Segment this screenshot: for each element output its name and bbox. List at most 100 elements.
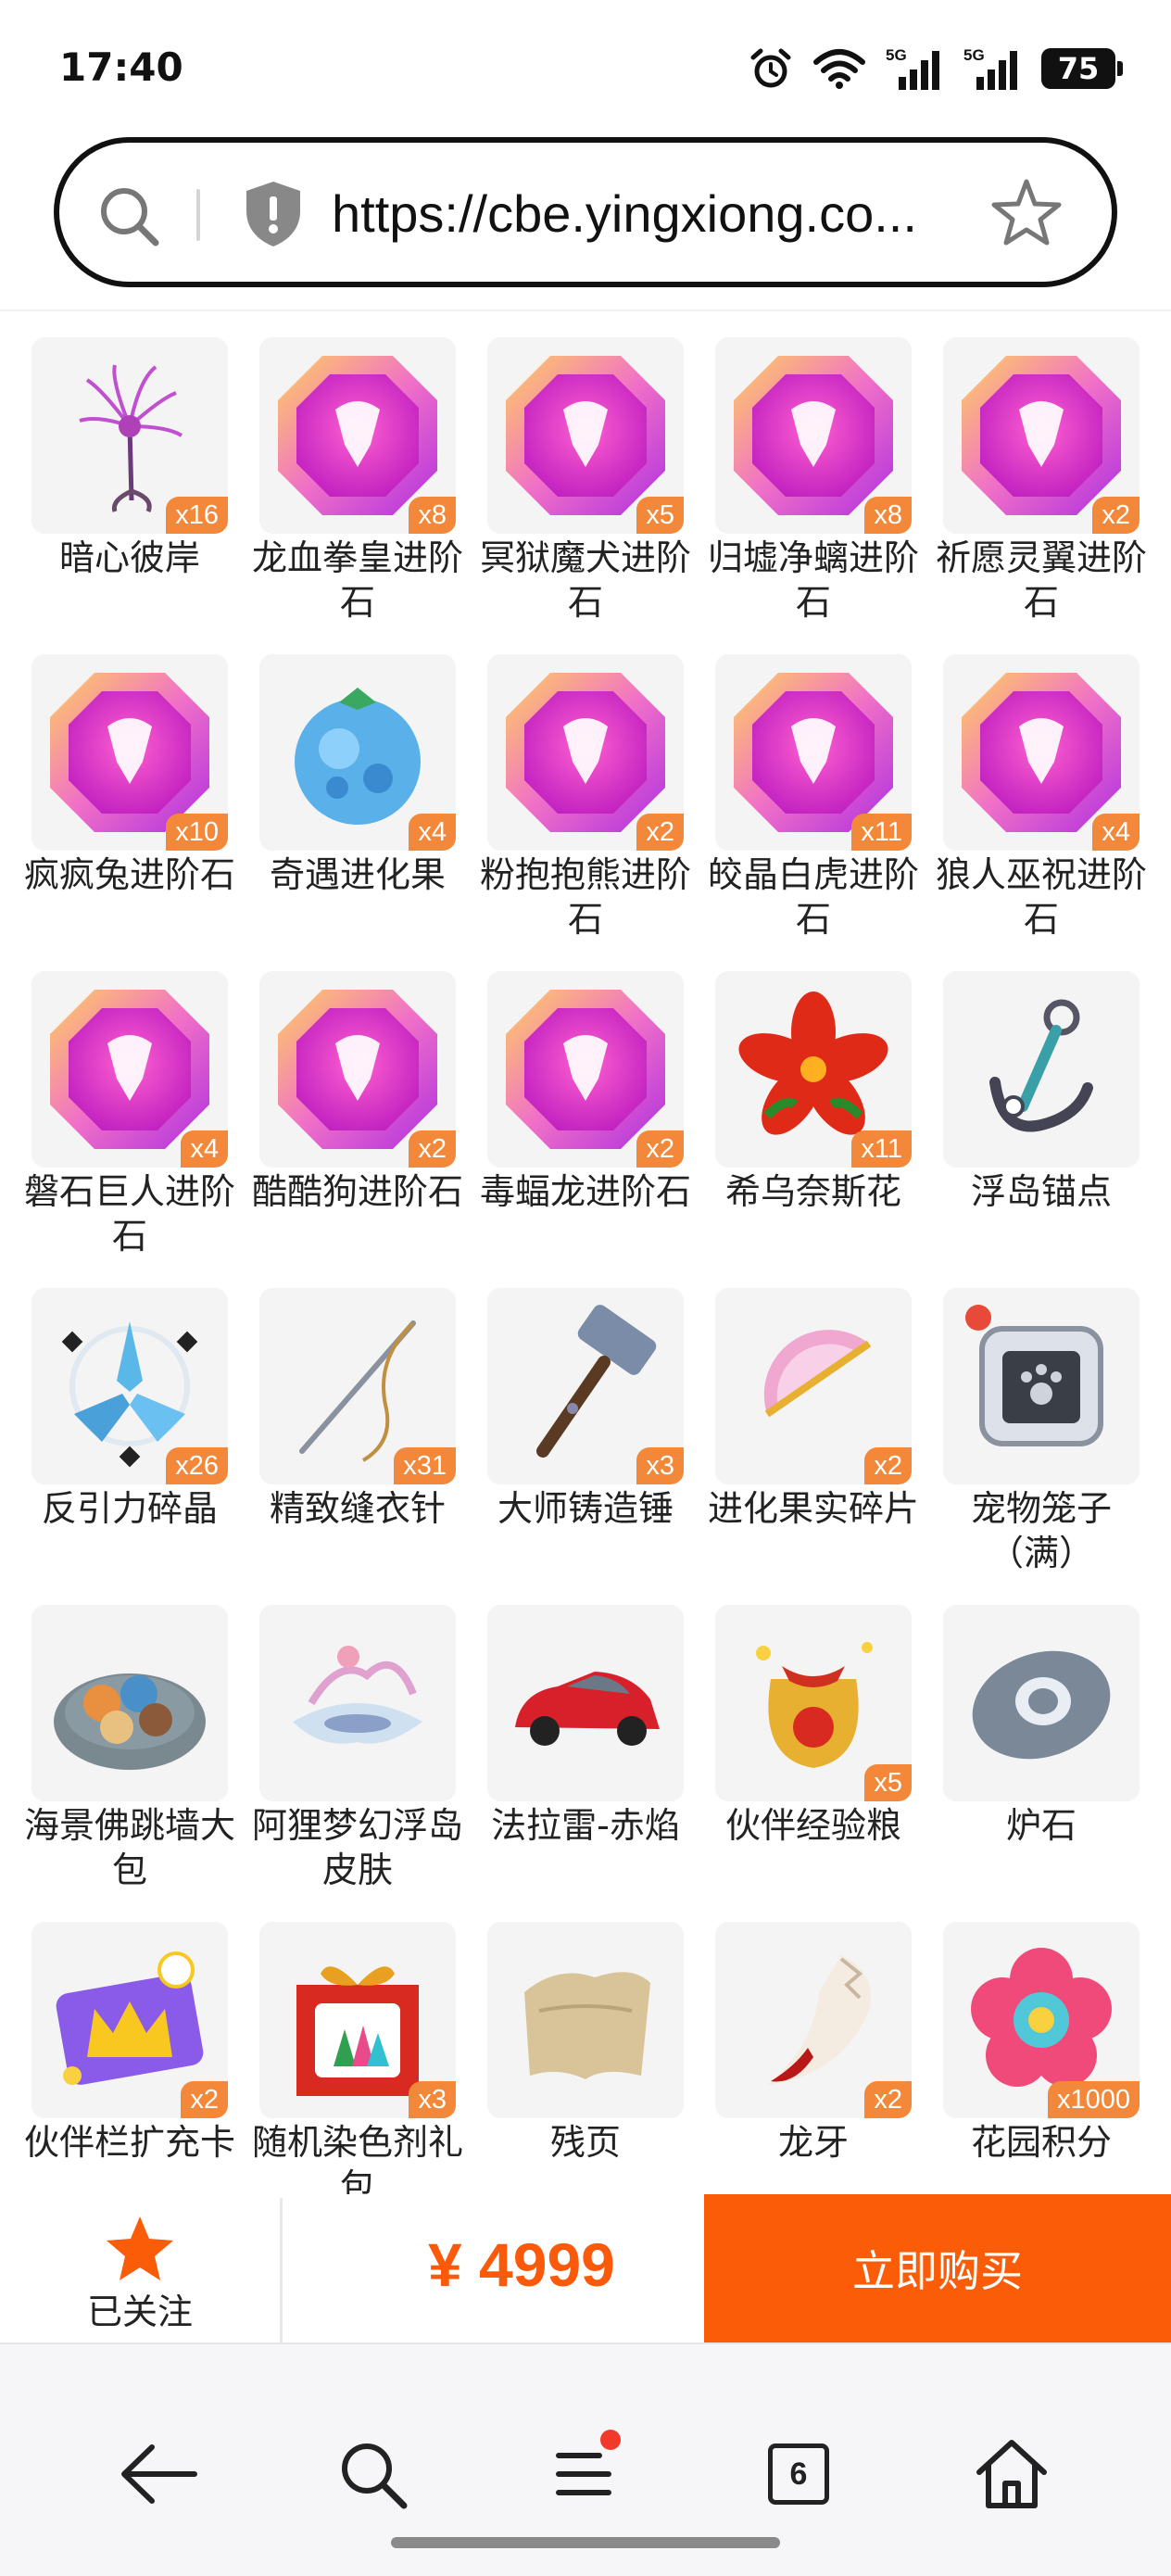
item-card[interactable]: x1000 花园积分 — [943, 1922, 1171, 2194]
item-card[interactable]: x2 伙伴栏扩充卡 — [24, 1922, 259, 2194]
item-quantity-badge: x1000 — [1047, 2081, 1140, 2118]
status-bar: 17:40 5G 5G 75 — [0, 0, 1171, 130]
item-thumbnail[interactable]: x8 — [259, 337, 456, 534]
advancement-gem-icon — [962, 356, 1121, 515]
shield-icon[interactable] — [241, 178, 306, 250]
item-thumbnail[interactable]: x3 — [259, 1922, 456, 2118]
item-thumbnail[interactable]: x8 — [715, 337, 912, 534]
item-thumbnail[interactable]: x2 — [31, 1922, 228, 2118]
item-card[interactable]: x16 暗心彼岸 — [31, 337, 259, 655]
item-card[interactable]: 炉石 — [943, 1605, 1171, 1923]
item-card[interactable]: x5 冥狱魔犬进阶石 — [480, 337, 715, 655]
item-thumbnail[interactable]: x31 — [259, 1288, 456, 1484]
item-thumbnail[interactable]: x16 — [31, 337, 228, 534]
item-card[interactable]: x2 粉抱抱熊进阶石 — [480, 654, 715, 972]
menu-icon — [556, 2453, 611, 2495]
item-name: 残页 — [549, 2122, 621, 2163]
item-name: 祈愿灵翼进阶石 — [935, 537, 1147, 623]
alarm-icon — [750, 48, 791, 88]
item-card[interactable]: x8 龙血拳皇进阶石 — [252, 337, 487, 655]
home-button[interactable] — [969, 2431, 1054, 2517]
item-thumbnail[interactable]: x2 — [715, 1922, 912, 2118]
star-icon[interactable] — [988, 174, 1065, 252]
item-card[interactable]: 法拉雷-赤焰 — [487, 1605, 715, 1923]
item-thumbnail[interactable]: x2 — [259, 971, 456, 1168]
item-card[interactable]: x2 酷酷狗进阶石 — [252, 971, 487, 1289]
item-card[interactable]: x4 狼人巫祝进阶石 — [936, 654, 1171, 972]
item-thumbnail[interactable] — [943, 1605, 1140, 1801]
item-card[interactable]: x4 磐石巨人进阶石 — [24, 971, 259, 1289]
buy-now-button[interactable]: 立即购买 — [704, 2194, 1171, 2342]
item-thumbnail[interactable]: x2 — [943, 337, 1140, 534]
item-card[interactable]: x10 疯疯兔进阶石 — [24, 654, 259, 972]
item-card[interactable]: x2 毒蝠龙进阶石 — [480, 971, 715, 1289]
item-name: 龙牙 — [777, 2122, 849, 2163]
item-thumbnail[interactable]: x4 — [31, 971, 228, 1168]
star-filled-icon — [107, 2216, 173, 2280]
back-icon — [121, 2444, 197, 2504]
item-card[interactable]: x2 龙牙 — [715, 1922, 943, 2194]
item-quantity-badge: x2 — [636, 1130, 684, 1168]
item-thumbnail[interactable]: x2 — [487, 654, 684, 851]
item-card[interactable]: x8 归墟净螭进阶石 — [708, 337, 943, 655]
item-card[interactable]: 宠物笼子（满） — [943, 1288, 1171, 1606]
item-name: 花园积分 — [970, 2122, 1112, 2163]
search-icon[interactable] — [93, 180, 167, 254]
item-name: 归墟净螭进阶石 — [707, 537, 919, 623]
tabs-button[interactable]: 6 — [756, 2431, 841, 2517]
follow-button[interactable]: 已关注 — [0, 2194, 280, 2342]
item-card[interactable]: 阿狸梦幻浮岛皮肤 — [252, 1605, 487, 1923]
item-card[interactable]: x5 伙伴经验粮 — [715, 1605, 943, 1923]
item-card[interactable]: x2 祈愿灵翼进阶石 — [936, 337, 1171, 655]
item-card[interactable]: 浮岛锚点 — [943, 971, 1171, 1289]
item-card[interactable]: x3 随机染色剂礼包 — [252, 1922, 487, 2194]
item-card[interactable]: x11 皎晶白虎进阶石 — [708, 654, 943, 972]
item-card[interactable]: 海景佛跳墙大包 — [24, 1605, 259, 1923]
item-card[interactable]: x11 希乌奈斯花 — [715, 971, 943, 1289]
home-indicator[interactable] — [391, 2537, 780, 2548]
url-text[interactable]: https://cbe.yingxiong.co... — [332, 183, 980, 244]
menu-button[interactable] — [541, 2430, 626, 2517]
item-grid: x16 暗心彼岸 x8 龙血拳皇进阶石 x5 冥狱魔犬进阶石 x8 归墟净螭进阶石 x2… — [0, 337, 1171, 2194]
item-thumbnail[interactable]: x5 — [715, 1605, 912, 1801]
item-thumbnail[interactable] — [487, 1605, 684, 1801]
nav-search-button[interactable] — [330, 2431, 415, 2517]
floating-island-icon — [293, 1646, 422, 1744]
item-thumbnail[interactable]: x11 — [715, 654, 912, 851]
red-flower-icon — [738, 991, 888, 1135]
item-thumbnail[interactable] — [943, 971, 1140, 1168]
item-quantity-badge: x2 — [1092, 497, 1140, 534]
address-bar[interactable]: https://cbe.yingxiong.co... — [54, 137, 1117, 287]
item-thumbnail[interactable]: x3 — [487, 1288, 684, 1484]
item-name: 毒蝠龙进阶石 — [479, 1171, 691, 1212]
item-card[interactable]: 残页 — [487, 1922, 715, 2194]
item-name: 海景佛跳墙大包 — [23, 1805, 235, 1890]
item-thumbnail[interactable]: x4 — [943, 654, 1140, 851]
search-icon — [342, 2443, 408, 2509]
item-card[interactable]: x3 大师铸造锤 — [487, 1288, 715, 1606]
header-divider — [0, 309, 1171, 311]
item-thumbnail[interactable] — [487, 1922, 684, 2118]
item-thumbnail[interactable]: x1000 — [943, 1922, 1140, 2118]
item-thumbnail[interactable] — [943, 1288, 1140, 1484]
item-quantity-badge: x4 — [181, 1130, 228, 1168]
item-thumbnail[interactable] — [259, 1605, 456, 1801]
purchase-bar: 已关注 ¥ 4999 立即购买 — [0, 2194, 1171, 2342]
item-thumbnail[interactable]: x26 — [31, 1288, 228, 1484]
item-card[interactable]: x4 奇遇进化果 — [259, 654, 487, 972]
item-quantity-badge: x11 — [851, 1130, 912, 1168]
red-car-icon — [515, 1672, 660, 1746]
item-thumbnail[interactable]: x4 — [259, 654, 456, 851]
item-card[interactable]: x26 反引力碎晶 — [31, 1288, 259, 1606]
item-card[interactable]: x2 进化果实碎片 — [708, 1288, 943, 1606]
gift-box-icon — [296, 1966, 419, 2096]
signal-5g-icon: 5G — [886, 46, 939, 90]
item-thumbnail[interactable]: x2 — [487, 971, 684, 1168]
item-thumbnail[interactable] — [31, 1605, 228, 1801]
back-button[interactable] — [117, 2431, 202, 2517]
item-thumbnail[interactable]: x11 — [715, 971, 912, 1168]
item-thumbnail[interactable]: x10 — [31, 654, 228, 851]
item-thumbnail[interactable]: x5 — [487, 337, 684, 534]
item-thumbnail[interactable]: x2 — [715, 1288, 912, 1484]
item-card[interactable]: x31 精致缝衣针 — [259, 1288, 487, 1606]
